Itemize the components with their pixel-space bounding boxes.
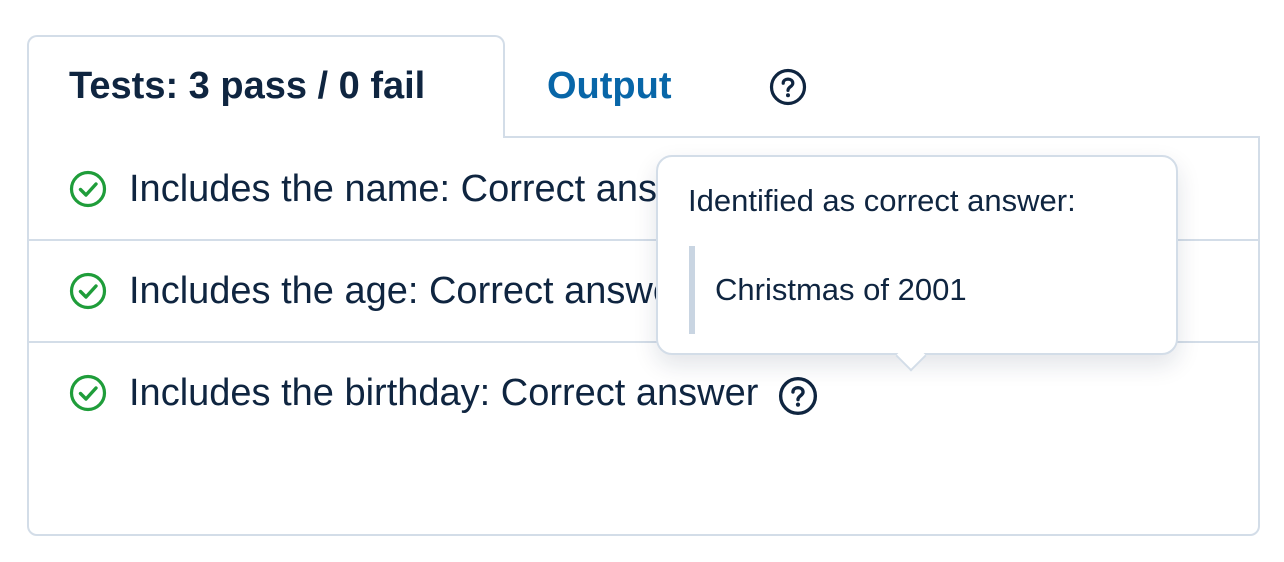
test-label: Includes the birthday: Correct answer bbox=[129, 371, 759, 414]
test-label: Includes the age: Correct answer bbox=[129, 269, 687, 312]
tooltip-heading: Identified as correct answer: bbox=[688, 183, 1076, 218]
check-circle-icon bbox=[69, 272, 107, 310]
question-circle-icon[interactable] bbox=[778, 376, 818, 416]
test-label: Includes the name: Correct answer bbox=[129, 167, 719, 210]
tab-tests-label: Tests: 3 pass / 0 fail bbox=[69, 65, 426, 107]
tooltip-answer: Christmas of 2001 bbox=[689, 246, 1129, 334]
test-row: Includes the birthday: Correct answer bbox=[29, 343, 1258, 443]
tab-tests[interactable]: Tests: 3 pass / 0 fail bbox=[27, 35, 505, 138]
answer-tooltip: Identified as correct answer: Christmas … bbox=[656, 155, 1178, 355]
help-icon[interactable] bbox=[769, 68, 807, 106]
check-circle-icon bbox=[69, 374, 107, 412]
tab-output[interactable]: Output bbox=[547, 58, 672, 114]
check-circle-icon bbox=[69, 170, 107, 208]
tab-output-label: Output bbox=[547, 64, 672, 107]
